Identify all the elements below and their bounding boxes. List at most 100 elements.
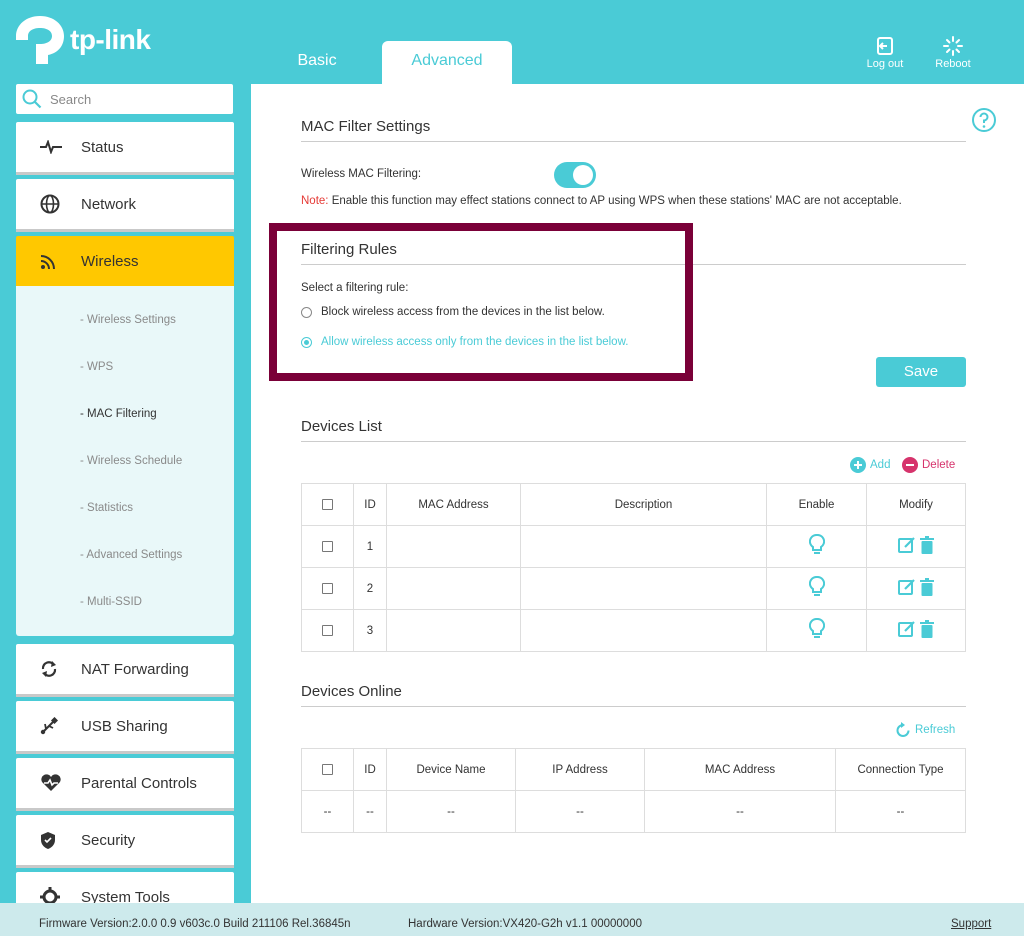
search-icon [22, 89, 42, 109]
reboot-button[interactable]: Reboot [928, 36, 978, 70]
logout-label: Log out [866, 58, 904, 70]
main-panel: MAC Filter Settings Wireless MAC Filteri… [251, 84, 1024, 936]
pulse-icon [40, 140, 80, 154]
edit-icon[interactable] [898, 578, 916, 596]
sidebar-item-wireless[interactable]: Wireless [16, 236, 234, 286]
support-link[interactable]: Support [951, 918, 991, 930]
empty-cell: -- [301, 790, 354, 833]
row-id: 1 [353, 525, 387, 568]
mac-cell [386, 525, 521, 568]
mac-filtering-label: Wireless MAC Filtering: [301, 168, 422, 180]
bulb-icon[interactable] [808, 618, 825, 640]
wireless-submenu: - Wireless Settings - WPS - MAC Filterin… [16, 286, 234, 636]
reboot-label: Reboot [935, 58, 971, 70]
column-header: Modify [866, 483, 966, 526]
logout-icon [877, 37, 893, 55]
toggle-knob [573, 165, 593, 185]
description-cell [520, 525, 767, 568]
sidebar-item-nat-forwarding[interactable]: NAT Forwarding [16, 644, 234, 694]
devices-online-table: ID Device Name IP Address MAC Address Co… [301, 748, 966, 833]
column-header: MAC Address [644, 748, 836, 791]
tp-link-logo: tp-link [14, 14, 151, 66]
trash-icon[interactable] [919, 578, 934, 596]
divider [301, 441, 966, 442]
add-button[interactable]: Add [850, 457, 890, 473]
search-input[interactable]: Search [16, 84, 233, 114]
delete-button[interactable]: Delete [902, 457, 955, 473]
note-label: Note: [301, 195, 329, 207]
heart-icon [40, 774, 80, 792]
table-row: 2 [301, 567, 966, 610]
submenu-wireless-schedule[interactable]: - Wireless Schedule [80, 455, 182, 467]
empty-cell: -- [515, 790, 645, 833]
column-header: MAC Address [386, 483, 521, 526]
select-all-cell [301, 483, 354, 526]
sidebar-item-label: Wireless [81, 252, 139, 270]
tp-link-logo-icon [16, 16, 64, 64]
select-all-cell [301, 748, 354, 791]
globe-icon [40, 194, 80, 214]
sidebar-item-label: NAT Forwarding [81, 660, 189, 678]
empty-cell: -- [353, 790, 387, 833]
select-all-checkbox[interactable] [322, 498, 333, 510]
row-checkbox[interactable] [322, 540, 333, 552]
modify-cell [866, 609, 966, 652]
row-id: 3 [353, 609, 387, 652]
reboot-icon [943, 36, 963, 56]
empty-cell: -- [644, 790, 836, 833]
tab-basic[interactable]: Basic [252, 41, 382, 85]
sidebar-item-label: Status [81, 138, 124, 156]
edit-icon[interactable] [898, 620, 916, 638]
delete-label: Delete [922, 459, 956, 471]
bulb-icon[interactable] [808, 576, 825, 598]
sidebar-item-security[interactable]: Security [16, 815, 234, 865]
devices-list-table: ID MAC Address Description Enable Modify… [301, 483, 966, 652]
modify-cell [866, 525, 966, 568]
help-icon[interactable] [971, 107, 997, 138]
column-header: ID [353, 483, 387, 526]
modify-cell [866, 567, 966, 610]
enable-cell [766, 525, 867, 568]
submenu-advanced-settings[interactable]: - Advanced Settings [80, 549, 182, 561]
description-cell [520, 567, 767, 610]
edit-icon[interactable] [898, 536, 916, 554]
column-header: Enable [766, 483, 867, 526]
sidebar-item-usb-sharing[interactable]: USB Sharing [16, 701, 234, 751]
logout-button[interactable]: Log out [860, 36, 910, 70]
row-id: 2 [353, 567, 387, 610]
submenu-statistics[interactable]: - Statistics [80, 502, 133, 514]
devices-online-title: Devices Online [301, 683, 402, 700]
filtering-rules-highlight [269, 223, 693, 381]
sidebar-item-network[interactable]: Network [16, 179, 234, 229]
row-select-cell [301, 525, 354, 568]
mac-filtering-toggle[interactable] [554, 162, 596, 188]
refresh-label: Refresh [915, 724, 956, 736]
save-button[interactable]: Save [876, 357, 966, 387]
submenu-mac-filtering[interactable]: - MAC Filtering [80, 408, 157, 420]
bulb-icon[interactable] [808, 534, 825, 556]
table-row: 3 [301, 609, 966, 652]
search-placeholder: Search [50, 91, 92, 107]
sidebar-item-status[interactable]: Status [16, 122, 234, 172]
trash-icon[interactable] [919, 620, 934, 638]
divider [301, 706, 966, 707]
sidebar-item-parental-controls[interactable]: Parental Controls [16, 758, 234, 808]
enable-cell [766, 609, 867, 652]
column-header: Connection Type [835, 748, 966, 791]
select-all-checkbox[interactable] [322, 763, 333, 775]
trash-icon[interactable] [919, 536, 934, 554]
mac-cell [386, 567, 521, 610]
row-checkbox[interactable] [322, 624, 333, 636]
mac-cell [386, 609, 521, 652]
mac-filter-title: MAC Filter Settings [301, 118, 431, 135]
tab-advanced[interactable]: Advanced [382, 41, 512, 85]
row-select-cell [301, 567, 354, 610]
refresh-button[interactable]: Refresh [895, 722, 955, 738]
row-checkbox[interactable] [322, 582, 333, 594]
submenu-wps[interactable]: - WPS [80, 361, 113, 373]
submenu-multi-ssid[interactable]: - Multi-SSID [80, 596, 142, 608]
sidebar-item-label: Network [81, 195, 137, 213]
divider [301, 141, 966, 142]
submenu-wireless-settings[interactable]: - Wireless Settings [80, 314, 176, 326]
add-icon [850, 457, 866, 473]
